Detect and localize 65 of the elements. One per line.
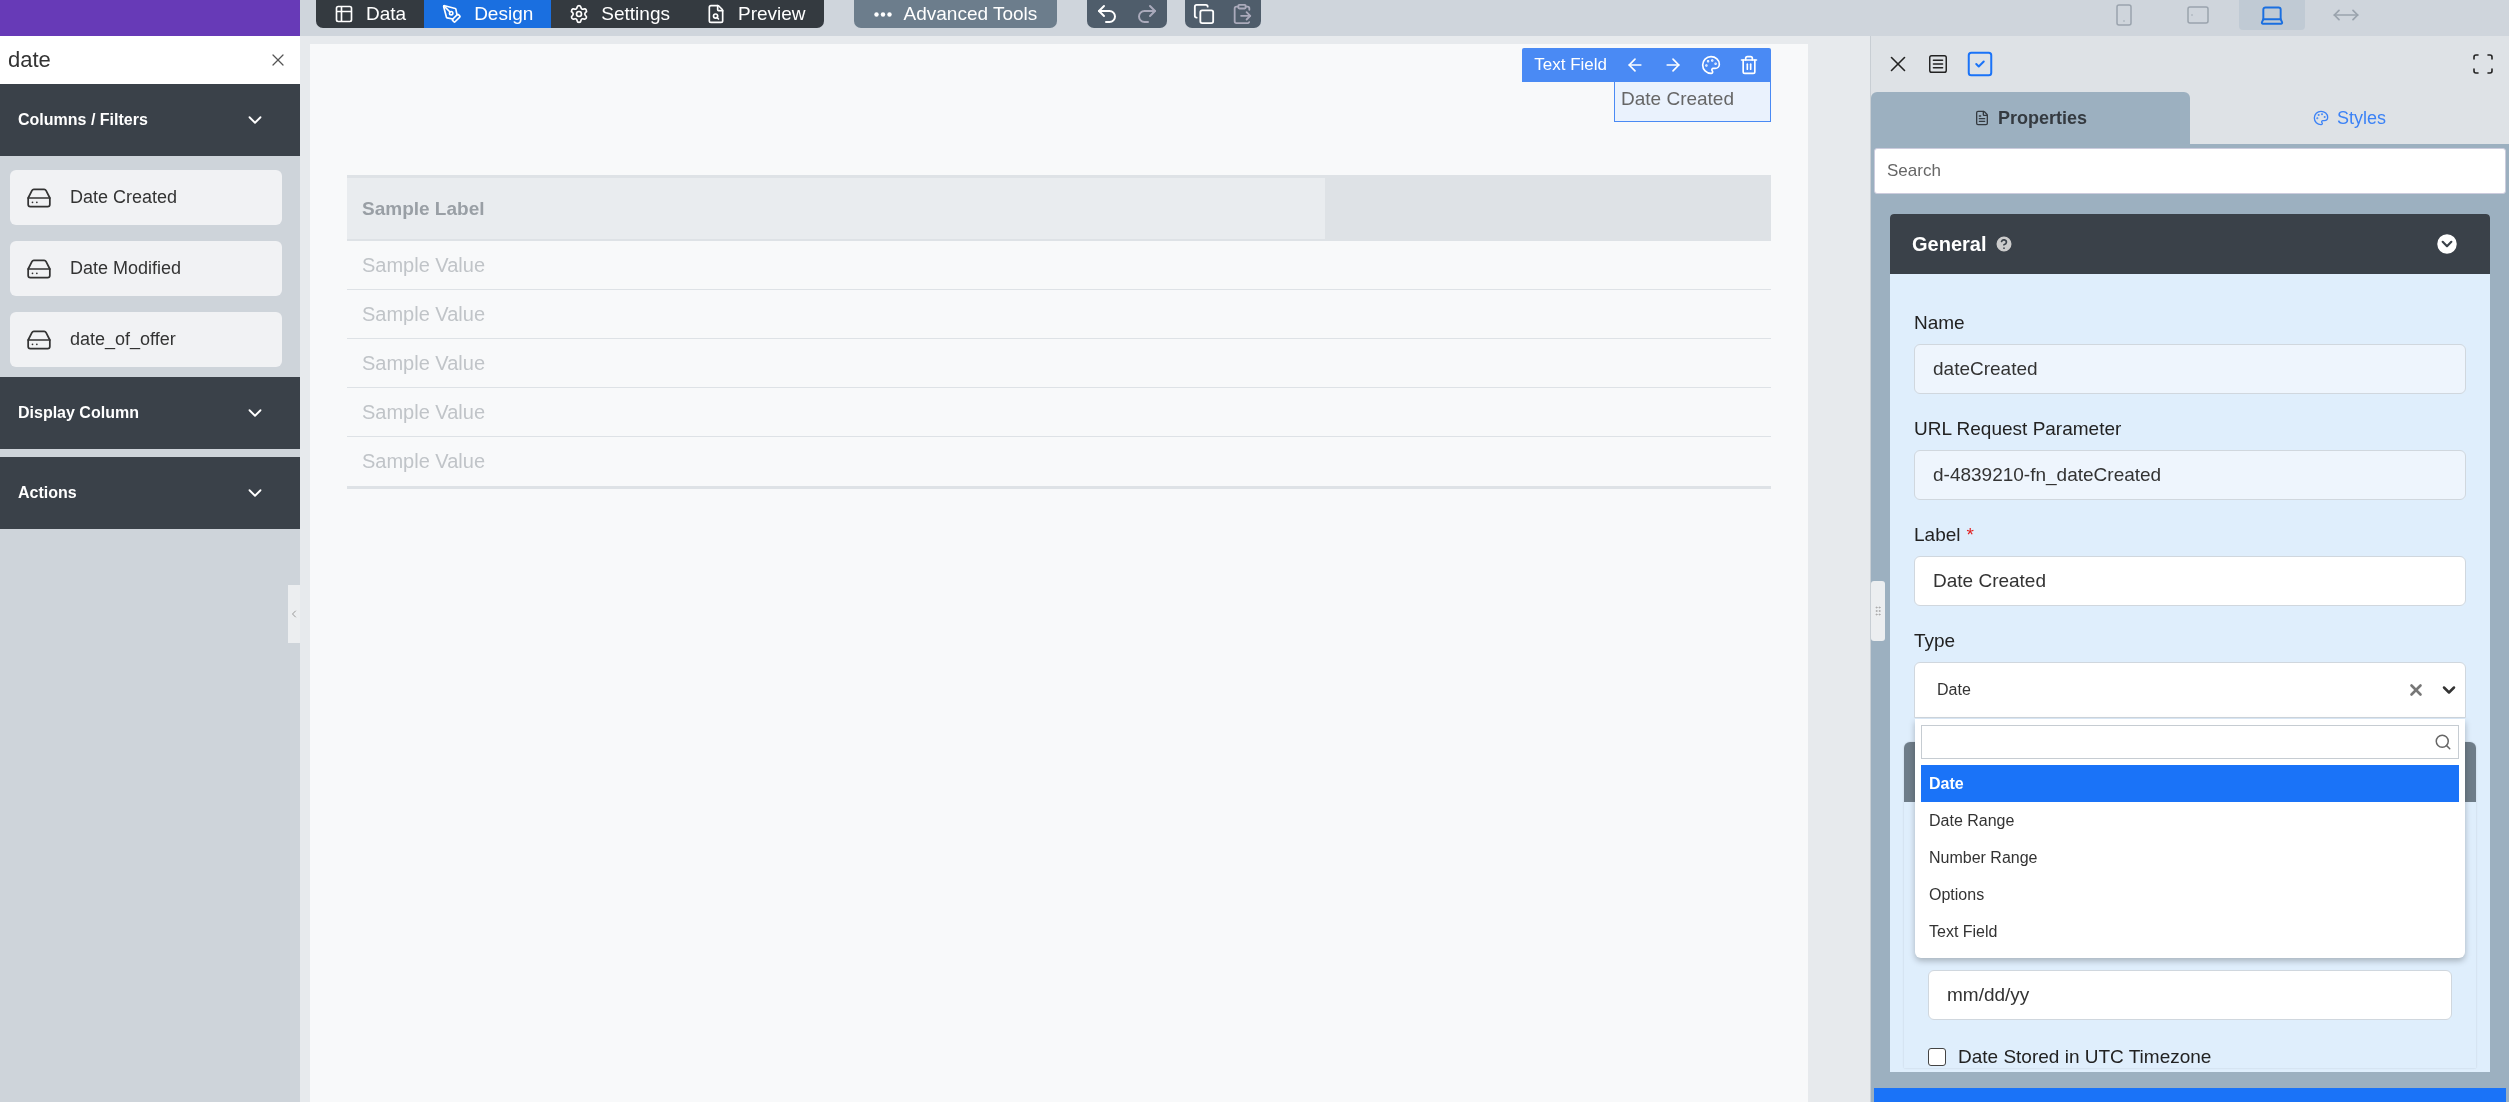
- collapse-handle[interactable]: [288, 585, 300, 643]
- mode-tab[interactable]: Data: [316, 0, 425, 28]
- device-button[interactable]: [2239, 0, 2305, 30]
- dropdown-search-field[interactable]: [1921, 725, 2459, 759]
- mode-tab[interactable]: Preview: [687, 0, 824, 28]
- section-header[interactable]: Columns / Filters: [0, 84, 300, 156]
- clear-icon[interactable]: [2407, 681, 2425, 699]
- field-label: URL Request Parameter: [1914, 418, 2122, 439]
- selected-text-field[interactable]: Date Created: [1614, 82, 1771, 122]
- field-item-label: date_of_offer: [70, 329, 176, 350]
- dropdown-option[interactable]: Date Range: [1921, 802, 2459, 839]
- pen-icon: [442, 4, 463, 24]
- search-icon: [2434, 733, 2452, 751]
- field-item[interactable]: Date Modified: [10, 241, 282, 296]
- panel-tab[interactable]: Properties: [1871, 92, 2190, 144]
- list-box-icon[interactable]: [1927, 53, 1949, 75]
- advanced-tools-button[interactable]: Advanced Tools: [853, 0, 1058, 28]
- text-field[interactable]: mm/dd/yy: [1928, 970, 2452, 1020]
- help-icon[interactable]: [1994, 234, 2015, 254]
- table-cell: Sample Value: [347, 339, 1771, 388]
- field-label: Label: [1914, 524, 1961, 545]
- checkbox[interactable]: [1928, 1048, 1946, 1066]
- table-cell: Sample Value: [347, 388, 1771, 437]
- field-item[interactable]: date_of_offer: [10, 312, 282, 367]
- mode-tab[interactable]: Settings: [551, 0, 688, 28]
- dropdown-option[interactable]: Number Range: [1921, 839, 2459, 876]
- field-item-label: Date Modified: [70, 258, 182, 279]
- element-type-label: Text Field: [1534, 55, 1607, 75]
- search-field[interactable]: date: [0, 36, 300, 84]
- resize-handle[interactable]: [1871, 581, 1885, 641]
- section-header[interactable]: Display Column: [0, 377, 300, 449]
- dropdown-option[interactable]: Options: [1921, 876, 2459, 913]
- checkbox-label: Date Stored in UTC Timezone: [1958, 1046, 2212, 1068]
- search-field[interactable]: Search: [1874, 148, 2506, 194]
- copy-icon[interactable]: [1193, 3, 1216, 25]
- table-header-cell: Sample Label: [347, 178, 1325, 239]
- section-header[interactable]: Actions: [0, 457, 300, 529]
- chevron-down-icon[interactable]: [2434, 231, 2460, 257]
- card-header[interactable]: General: [1890, 214, 2490, 274]
- palette-icon[interactable]: [1701, 55, 1721, 75]
- table-cell: Sample Value: [347, 241, 1771, 290]
- tablet-icon: [2186, 3, 2210, 27]
- trash-icon[interactable]: [1739, 55, 1759, 75]
- table-cell: Sample Value: [347, 290, 1771, 339]
- field-label: Name: [1914, 312, 1965, 333]
- table-cell-text: Sample Value: [361, 449, 487, 474]
- text-field[interactable]: d-4839210-fn_dateCreated: [1914, 450, 2466, 500]
- field-item[interactable]: Date Created: [10, 170, 282, 225]
- field-item-label: Date Created: [70, 187, 178, 208]
- dropdown-option[interactable]: Text Field: [1921, 913, 2459, 950]
- mode-tab[interactable]: Design: [424, 0, 552, 28]
- checkbox-icon[interactable]: [1965, 49, 1995, 79]
- document-icon: [1973, 110, 1990, 126]
- paste-icon[interactable]: [1231, 3, 1254, 25]
- text-field[interactable]: dateCreated: [1914, 344, 2466, 394]
- fullscreen-icon[interactable]: [2471, 52, 2495, 76]
- text-field[interactable]: Date Created: [1914, 556, 2466, 606]
- field-label: Type: [1914, 630, 1956, 651]
- more-icon: [873, 11, 892, 17]
- dropdown-option[interactable]: Date: [1921, 765, 2459, 802]
- required-mark: *: [1966, 524, 1974, 545]
- settings-icon: [569, 4, 590, 24]
- palette-icon: [2313, 110, 2329, 126]
- card-title: General: [1912, 232, 1987, 256]
- table-icon: [334, 4, 354, 24]
